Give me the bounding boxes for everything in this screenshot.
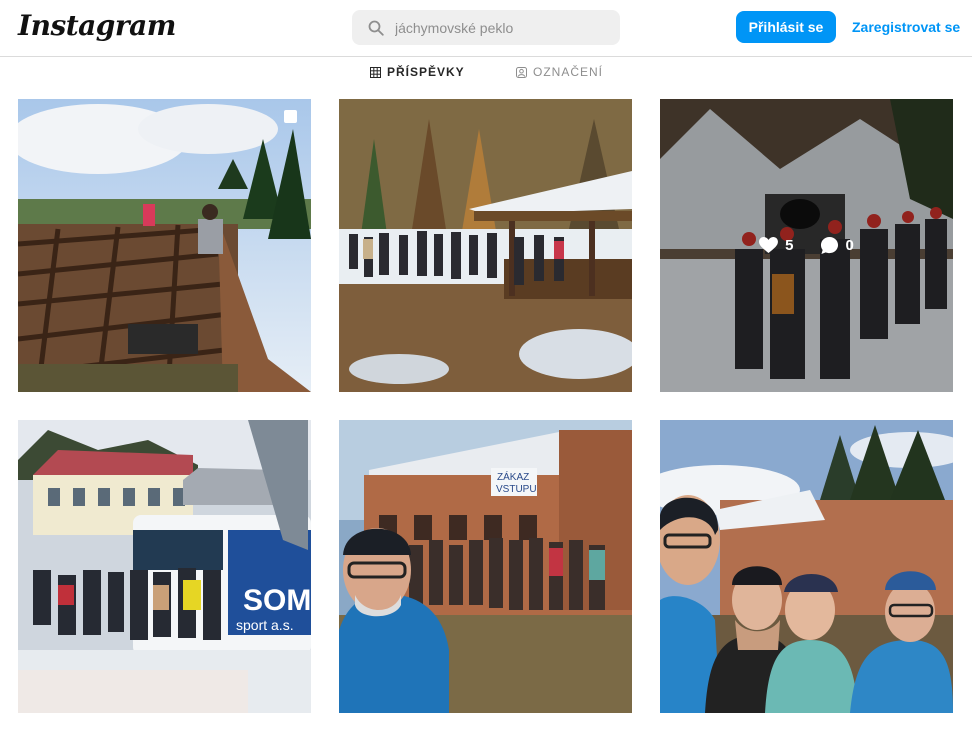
bus-lettering: SOM <box>243 584 311 617</box>
comments-count: 0 <box>845 237 854 254</box>
tab-tagged-label: OZNAČENÍ <box>533 65 604 79</box>
instagram-logo[interactable]: Instagram <box>18 9 176 42</box>
search-icon <box>368 20 384 36</box>
signup-link[interactable]: Zaregistrovat se <box>852 19 960 35</box>
sign-text-line2: VSTUPU <box>496 484 537 495</box>
post-image <box>660 420 953 713</box>
carousel-icon <box>284 110 297 123</box>
tab-tagged[interactable]: OZNAČENÍ <box>516 65 603 79</box>
tab-posts[interactable]: PŘÍSPĚVKY <box>370 65 465 79</box>
post-thumbnail[interactable] <box>339 99 632 392</box>
post-thumbnail[interactable] <box>660 420 953 713</box>
post-hover-overlay: 5 0 <box>660 99 953 392</box>
comments-stat: 0 <box>820 236 854 255</box>
tab-posts-label: PŘÍSPĚVKY <box>387 65 465 79</box>
post-thumbnail[interactable]: SOM sport a.s. <box>18 420 311 713</box>
post-thumbnail[interactable] <box>18 99 311 392</box>
search-box[interactable] <box>352 10 620 45</box>
post-image <box>339 99 632 392</box>
tag-user-icon <box>516 66 527 78</box>
bus-sublettering: sport a.s. <box>236 617 294 633</box>
post-image: SOM sport a.s. <box>18 420 311 713</box>
post-image <box>18 99 311 392</box>
post-image: ZÁKAZ VSTUPU <box>339 420 632 713</box>
login-button[interactable]: Přihlásit se <box>736 11 836 43</box>
post-thumbnail[interactable]: 5 0 <box>660 99 953 392</box>
heart-icon <box>759 237 779 254</box>
likes-stat: 5 <box>759 237 794 254</box>
top-navigation-bar: Instagram Přihlásit se Zaregistrovat se <box>0 0 972 57</box>
search-input[interactable] <box>395 19 615 36</box>
sign-text-line1: ZÁKAZ <box>497 470 529 483</box>
comment-icon <box>820 236 838 255</box>
grid-icon <box>370 66 381 78</box>
post-thumbnail[interactable]: ZÁKAZ VSTUPU <box>339 420 632 713</box>
profile-tabs: PŘÍSPĚVKY OZNAČENÍ <box>0 57 972 91</box>
likes-count: 5 <box>785 237 794 254</box>
